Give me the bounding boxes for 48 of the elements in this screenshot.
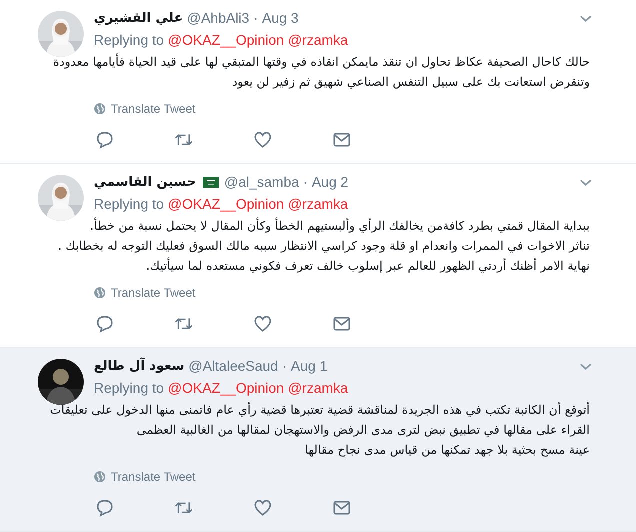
separator-dot: · bbox=[254, 10, 258, 26]
translate-link[interactable]: Translate Tweet bbox=[94, 102, 196, 116]
envelope-icon[interactable] bbox=[333, 131, 351, 149]
tweet-card[interactable] bbox=[0, 348, 636, 532]
replying-label: Replying to bbox=[94, 32, 164, 48]
user-name[interactable]: سعود آل طالع bbox=[94, 358, 185, 374]
translate-link[interactable]: Translate Tweet bbox=[94, 286, 196, 300]
translate-label: Translate Tweet bbox=[111, 470, 196, 484]
tweet-text: حالك كاحال الصحيفة عكاظ تحاول ان تنقذ مايمكن انقاذه في وقتها المتبقي لها على قيد الحياة فأيامها معدودة bbox=[52, 52, 590, 71]
heart-icon[interactable] bbox=[254, 315, 272, 333]
chevron-down-icon[interactable] bbox=[580, 363, 592, 371]
tweet-date[interactable]: Aug 1 bbox=[291, 358, 328, 374]
tweet-date[interactable]: Aug 2 bbox=[312, 174, 349, 190]
replying-label: Replying to bbox=[94, 196, 164, 212]
envelope-icon[interactable] bbox=[333, 315, 351, 333]
mention-links[interactable]: @OKAZ__Opinion @rzamka bbox=[168, 380, 348, 396]
reply-icon[interactable] bbox=[96, 131, 114, 149]
tweet-date[interactable]: Aug 3 bbox=[262, 10, 299, 26]
tweet-text: نهاية الامر أظنك أردتي الظهور للعالم عبر إسلوب خالف تعرف فكوني مستعده لما سيأتيك. bbox=[145, 256, 590, 275]
user-handle[interactable]: @AhbAli3 bbox=[187, 10, 250, 26]
translate-link[interactable]: Translate Tweet bbox=[94, 470, 196, 484]
reply-icon[interactable] bbox=[96, 315, 114, 333]
replying-label: Replying to bbox=[94, 380, 164, 396]
chevron-down-icon[interactable] bbox=[580, 15, 592, 23]
user-handle[interactable]: @AltaleeSaud bbox=[188, 358, 278, 374]
user-handle[interactable]: @al_samba bbox=[224, 174, 300, 190]
tweet-text: ببداية المقال قمتي بطرد كافةمن يخالفك الرأي وألبستيهم الخطأ وكأن المقال لا يحتمل نسبة من خطأ. bbox=[89, 216, 590, 235]
globe-icon bbox=[94, 287, 106, 299]
tweet-text: عينة مسح بحثية بلا جهد تمكنها من قياس مدى نجاح مقالها bbox=[304, 442, 590, 459]
mention-links[interactable]: @OKAZ__Opinion @rzamka bbox=[168, 32, 348, 48]
user-name[interactable]: علي القشيري bbox=[94, 10, 184, 26]
user-name[interactable]: حسين القاسمي bbox=[94, 174, 196, 190]
tweet-text: القراء على مقالها في تطبيق نبض لترى مدى الرفض والاستهجان لمقالها من الغالبية العظمى bbox=[136, 422, 590, 439]
separator-dot: · bbox=[303, 174, 308, 190]
reply-icon[interactable] bbox=[96, 499, 114, 517]
globe-icon bbox=[94, 103, 106, 115]
translate-label: Translate Tweet bbox=[111, 286, 196, 300]
separator-dot: · bbox=[282, 358, 288, 374]
tweet-text: تناثر الاخوات في الممرات وانعدام او قلة وجود كراسي الانتظار سببه مالك السوق فعليك التوجه له بخطابك . bbox=[57, 238, 590, 255]
mention-links[interactable]: @OKAZ__Opinion @rzamka bbox=[168, 196, 348, 212]
tweet-text: وتنقرض استعانت بك على سبيل التنفس الصناعي شهيق ثم زفير لن يعود bbox=[231, 74, 590, 91]
envelope-icon[interactable] bbox=[333, 499, 351, 517]
tweet-text: أتوقع أن الكاتبة تكتب في هذه الجريدة لمناقشة قضية تعتبرها قضية رأي عام فاتمنى منها الدخول على تعليقات bbox=[49, 401, 590, 419]
globe-icon bbox=[94, 471, 106, 483]
translate-label: Translate Tweet bbox=[111, 102, 196, 116]
chevron-down-icon[interactable] bbox=[580, 179, 592, 187]
heart-icon[interactable] bbox=[254, 499, 272, 517]
heart-icon[interactable] bbox=[254, 131, 272, 149]
